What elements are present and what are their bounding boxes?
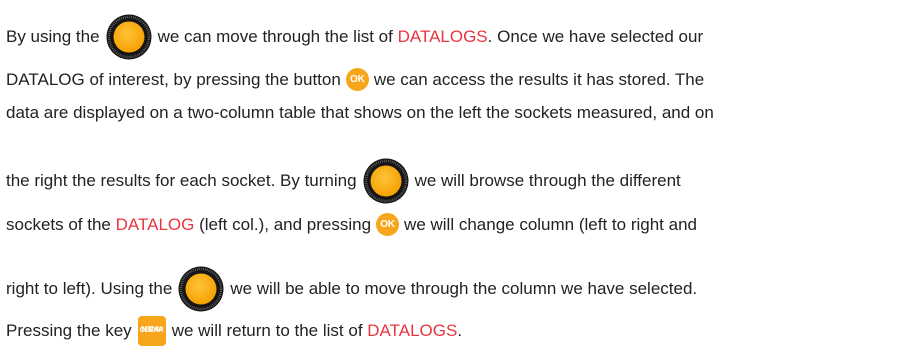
datalog-keyword: DATALOG bbox=[115, 214, 195, 234]
text-line-5: sockets of the DATALOG (left col.), and … bbox=[6, 213, 898, 236]
text-segment: DATALOG of interest, by pressing the but… bbox=[6, 69, 341, 89]
text-segment: data are displayed on a two-column table… bbox=[6, 103, 714, 122]
ok-button-icon: OK bbox=[376, 213, 400, 236]
rotary-knob-icon bbox=[106, 14, 152, 60]
text-segment: we can move through the list of bbox=[157, 27, 393, 46]
text-segment: we will be able to move through the colu… bbox=[230, 279, 698, 298]
text-line-3: data are displayed on a two-column table… bbox=[6, 103, 898, 123]
rotary-knob-icon bbox=[363, 158, 409, 204]
text-line-6: right to left). Using the we will be abl… bbox=[6, 266, 898, 312]
text-segment: we will return to the list of bbox=[171, 321, 363, 340]
text-line-7: Pressing the key CLEAR MENU we will retu… bbox=[6, 316, 898, 346]
text-segment: sockets of the bbox=[6, 214, 111, 234]
datalogs-keyword: DATALOGS bbox=[397, 27, 488, 46]
ok-button-icon: OK bbox=[345, 68, 369, 91]
menu-label: MENU bbox=[141, 326, 162, 333]
text-segment: . Once we have selected our bbox=[487, 27, 704, 46]
datalogs-keyword: DATALOGS bbox=[367, 321, 458, 340]
text-segment: Pressing the key bbox=[6, 321, 132, 340]
text-line-2: DATALOG of interest, by pressing the but… bbox=[6, 68, 898, 91]
text-line-1: By using the we can move through the lis… bbox=[6, 14, 898, 60]
clear-menu-key-icon: CLEAR MENU bbox=[137, 316, 166, 346]
text-line-4: the right the results for each socket. B… bbox=[6, 158, 898, 204]
text-segment: (left col.), and pressing bbox=[194, 214, 372, 234]
text-segment: we will change column (left to right and bbox=[404, 214, 697, 234]
text-segment: the right the results for each socket. B… bbox=[6, 171, 357, 190]
rotary-knob-icon bbox=[178, 266, 224, 312]
text-segment: we will browse through the different bbox=[414, 171, 681, 190]
text-segment: . bbox=[457, 321, 463, 340]
text-segment: By using the bbox=[6, 27, 100, 46]
text-segment: right to left). Using the bbox=[6, 279, 173, 298]
text-segment: we can access the results it has stored.… bbox=[373, 69, 705, 89]
